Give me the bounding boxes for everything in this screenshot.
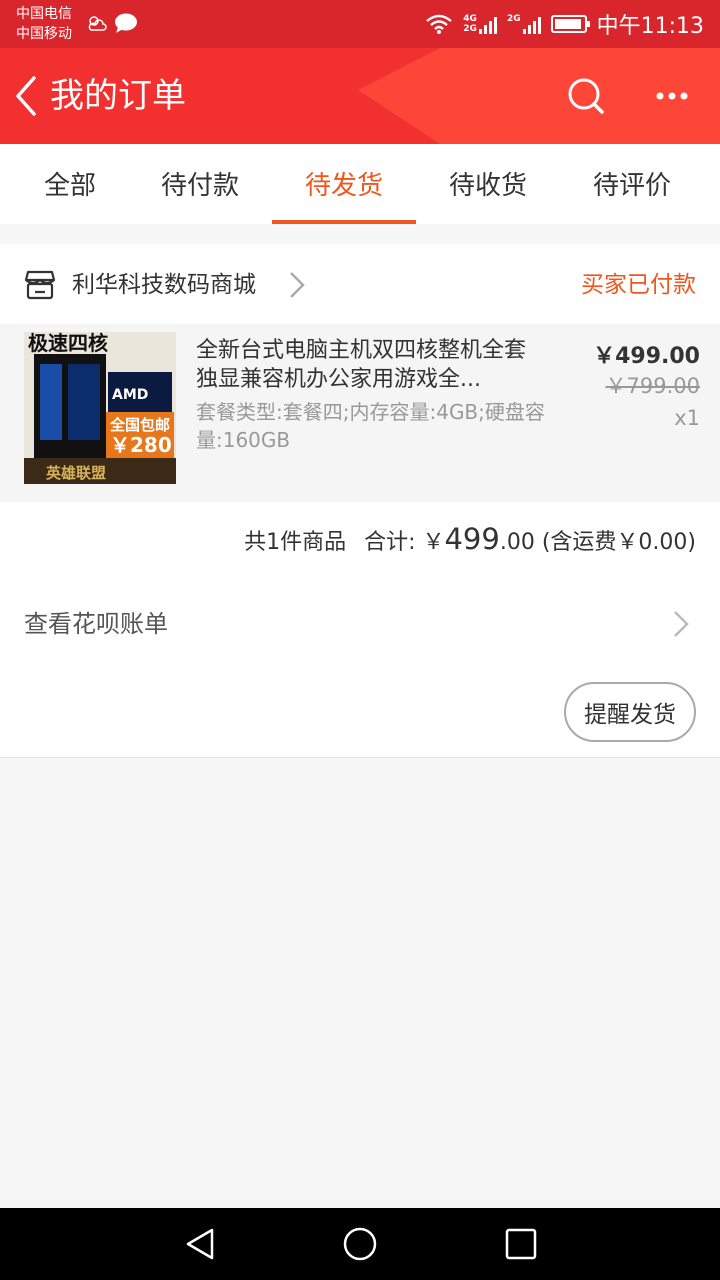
tab-pending-review[interactable]: 待评价 [560, 144, 704, 224]
status-bar: 中国电信 中国移动 4G 2G 2G 中午11:13 [0, 0, 720, 48]
nav-home-icon[interactable] [342, 1226, 378, 1262]
thumb-promo: 全国包邮 [109, 416, 170, 434]
shipping-fee: (含运费￥0.00) [541, 530, 696, 555]
system-nav-bar [0, 1208, 720, 1280]
weather-icon [88, 16, 107, 31]
signal-2: 2G [507, 14, 541, 34]
product-price: ￥499.00 [593, 344, 700, 369]
chevron-right-icon [674, 611, 689, 637]
original-price: ￥799.00 [605, 374, 700, 398]
back-arrow-icon[interactable] [10, 74, 44, 118]
order-item[interactable]: 极速四核 AMD 全国包邮 ￥280 英雄联盟 全新台式电脑主机双四核整机全套独… [0, 324, 720, 502]
total-integer: 499 [444, 522, 500, 556]
item-count: 共1件商品 [244, 530, 347, 555]
message-icon [115, 13, 137, 33]
thumb-badge: AMD [112, 387, 148, 403]
nav-back-icon[interactable] [184, 1227, 216, 1261]
search-icon[interactable] [566, 76, 606, 116]
signal-1: 4G 2G [463, 14, 497, 34]
tab-label: 全部 [43, 171, 96, 201]
tab-label: 待收货 [448, 171, 527, 201]
header-bar: 我的订单 [0, 48, 720, 144]
tab-label: 待付款 [160, 171, 239, 201]
thumb-bottom-text: 英雄联盟 [46, 464, 106, 482]
product-quantity: x1 [674, 406, 700, 430]
product-thumbnail[interactable]: 极速四核 AMD 全国包邮 ￥280 英雄联盟 [24, 332, 176, 484]
order-tabs: 全部 待付款 待发货 待收货 待评价 [0, 144, 720, 224]
order-status: 买家已付款 [581, 272, 696, 298]
huabei-bill-label: 查看花呗账单 [24, 610, 168, 638]
thumb-promo-price: ￥280 [110, 433, 172, 457]
product-title[interactable]: 全新台式电脑主机双四核整机全套独显兼容机办公家用游戏全... [196, 336, 536, 394]
more-options-icon[interactable] [650, 84, 694, 108]
order-summary: 共1件商品 合计: ￥499.00 (含运费￥0.00) [244, 522, 696, 556]
battery-icon [550, 15, 590, 33]
shop-icon [24, 270, 56, 300]
signal-bars-icon [522, 14, 541, 34]
chevron-right-icon [290, 272, 305, 298]
carrier-info: 中国电信 中国移动 [16, 4, 72, 44]
tab-label: 待发货 [304, 171, 383, 201]
total-label: 合计: ￥ [364, 530, 445, 555]
carrier-1: 中国电信 [16, 6, 72, 22]
total-decimal: .00 [499, 530, 535, 555]
clock: 中午11:13 [596, 14, 704, 39]
page-title: 我的订单 [50, 76, 186, 116]
wifi-icon [426, 14, 453, 34]
signal-bars-icon [478, 14, 497, 34]
product-image: 极速四核 AMD 全国包邮 ￥280 英雄联盟 [24, 332, 176, 484]
tab-label: 待评价 [592, 171, 671, 201]
order-total: 合计: ￥499.00 (含运费￥0.00) [364, 522, 696, 556]
huabei-bill-row[interactable]: 查看花呗账单 [0, 584, 720, 664]
thumb-text-top: 极速四核 [28, 332, 108, 355]
remind-shipment-button[interactable]: 提醒发货 [564, 682, 696, 742]
carrier-2: 中国移动 [16, 26, 72, 42]
shop-name[interactable]: 利华科技数码商城 [72, 244, 256, 326]
order-card: 利华科技数码商城 买家已付款 极速四核 AMD 全国包邮 ￥280 英雄联盟 全… [0, 244, 720, 758]
product-sku: 套餐类型:套餐四;内存容量:4GB;硬盘容量:160GB [196, 400, 545, 452]
active-tab-indicator [272, 220, 416, 224]
tab-pending-payment[interactable]: 待付款 [140, 144, 260, 224]
nav-recents-icon[interactable] [505, 1228, 537, 1260]
shop-row[interactable]: 利华科技数码商城 买家已付款 [0, 244, 720, 324]
tab-pending-shipment[interactable]: 待发货 [272, 144, 416, 224]
tab-pending-receipt[interactable]: 待收货 [416, 144, 560, 224]
tab-all[interactable]: 全部 [0, 144, 140, 224]
